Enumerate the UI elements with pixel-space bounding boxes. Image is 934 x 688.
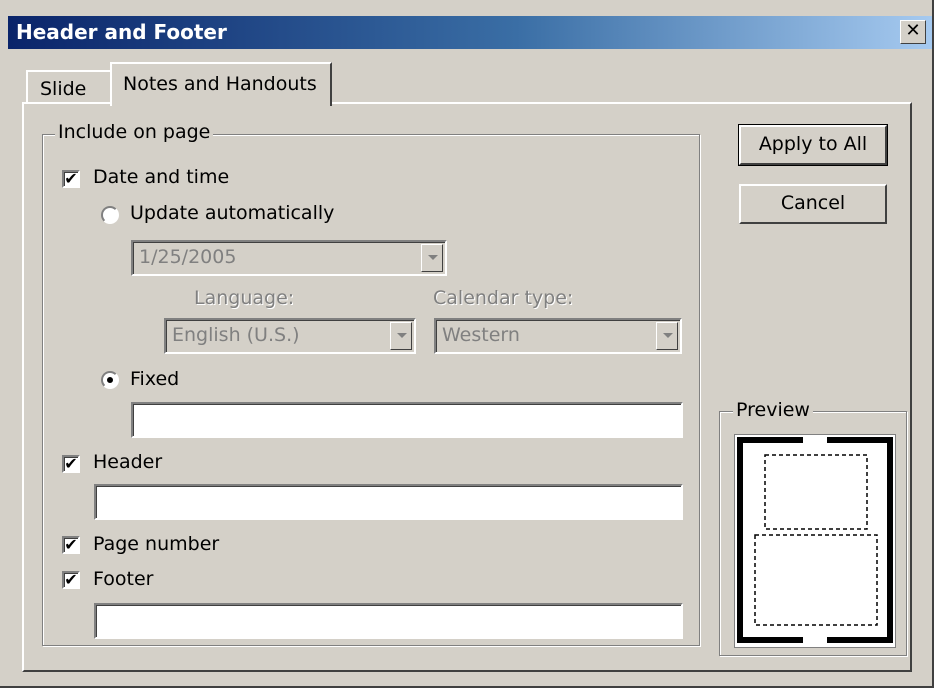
language-label: Language:	[194, 287, 295, 309]
close-icon: ✕	[905, 20, 921, 41]
cancel-label: Cancel	[780, 192, 846, 214]
calendar-type-label: Calendar type:	[433, 287, 574, 309]
preview-notes-placeholder	[754, 534, 878, 626]
date-time-label: Date and time	[93, 166, 230, 188]
chevron-down-icon	[656, 322, 678, 350]
include-on-page-legend: Include on page	[55, 121, 214, 143]
header-label: Header	[93, 451, 163, 473]
tab-notes-and-handouts[interactable]: Notes and Handouts	[110, 62, 332, 106]
chevron-down-icon	[421, 244, 443, 272]
update-automatically-label: Update automatically	[130, 202, 335, 224]
preview-header-left-bar	[737, 437, 803, 443]
preview-footer-left-bar	[737, 637, 803, 643]
footer-input[interactable]	[94, 603, 683, 639]
cancel-button[interactable]: Cancel	[739, 184, 887, 224]
preview-footer-right-bar	[827, 637, 893, 643]
dialog-window: Header and Footer ✕ Slide Notes and Hand…	[0, 0, 934, 688]
chevron-down-icon	[390, 322, 412, 350]
apply-to-all-button[interactable]: Apply to All	[738, 124, 888, 166]
tab-slide-label: Slide	[40, 78, 87, 100]
update-automatically-radio[interactable]	[101, 206, 119, 224]
language-value: English (U.S.)	[172, 324, 300, 346]
dialog-title: Header and Footer	[16, 20, 227, 44]
preview-page	[734, 434, 896, 648]
header-checkbox[interactable]: ✔	[62, 455, 80, 473]
fixed-label: Fixed	[130, 368, 180, 390]
preview-diagram	[737, 437, 893, 643]
date-format-value: 1/25/2005	[139, 246, 237, 268]
date-format-dropdown: 1/25/2005	[131, 240, 447, 276]
check-icon: ✔	[64, 169, 78, 188]
preview-right-edge	[887, 437, 893, 643]
check-icon: ✔	[64, 454, 78, 473]
language-dropdown: English (U.S.)	[164, 318, 416, 354]
fixed-date-input[interactable]	[131, 402, 683, 438]
tab-notes-label: Notes and Handouts	[123, 73, 317, 95]
page-number-checkbox[interactable]: ✔	[62, 536, 80, 554]
footer-checkbox[interactable]: ✔	[62, 571, 80, 589]
preview-legend: Preview	[733, 399, 813, 421]
footer-label: Footer	[93, 568, 154, 590]
preview-header-right-bar	[827, 437, 893, 443]
check-icon: ✔	[64, 535, 78, 554]
apply-to-all-label: Apply to All	[758, 133, 868, 155]
fixed-radio[interactable]	[101, 371, 119, 389]
check-icon: ✔	[64, 570, 78, 589]
title-bar[interactable]: Header and Footer ✕	[8, 16, 932, 49]
header-input[interactable]	[94, 484, 683, 520]
tab-slide[interactable]: Slide	[26, 70, 112, 104]
calendar-type-value: Western	[442, 324, 520, 346]
radio-selected-dot	[107, 377, 113, 383]
preview-left-edge	[737, 437, 743, 643]
date-time-checkbox[interactable]: ✔	[62, 170, 80, 188]
calendar-type-dropdown: Western	[434, 318, 682, 354]
preview-slide-placeholder	[764, 454, 868, 530]
page-number-label: Page number	[93, 533, 220, 555]
close-button[interactable]: ✕	[900, 20, 926, 44]
